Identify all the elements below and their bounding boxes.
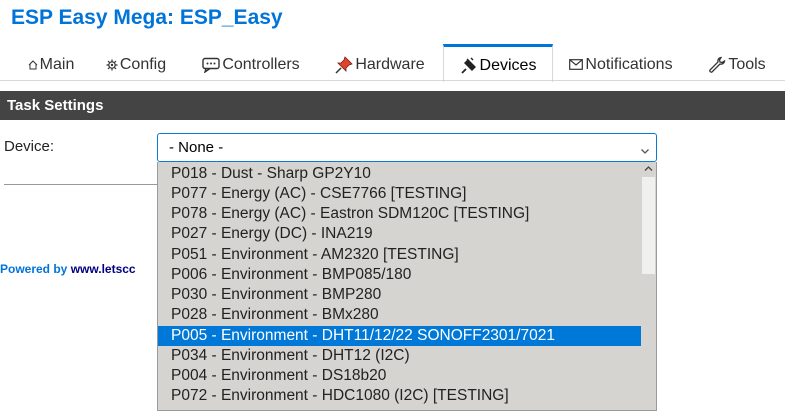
dropdown-option[interactable]: P004 - Environment - DS18b20	[158, 366, 641, 386]
plug-icon	[460, 57, 478, 75]
footer: Powered by www.letscc	[0, 262, 136, 276]
dropdown-option[interactable]: P077 - Energy (AC) - CSE7766 [TESTING]	[158, 184, 641, 204]
device-dropdown-list[interactable]: P018 - Dust - Sharp GP2Y10 P077 - Energy…	[157, 162, 657, 411]
tab-devices-label: Devices	[479, 56, 537, 74]
page-title: ESP Easy Mega: ESP_Easy	[11, 6, 283, 29]
envelope-icon	[569, 59, 584, 70]
tab-tools[interactable]: Tools	[702, 44, 772, 81]
divider	[4, 184, 157, 185]
dropdown-option[interactable]: P006 - Environment - BMP085/180	[158, 265, 641, 285]
tab-devices[interactable]: Devices	[443, 44, 553, 82]
tab-controllers[interactable]: Controllers	[196, 44, 306, 81]
footer-prefix: Powered by	[0, 262, 71, 276]
pin-icon	[335, 55, 354, 74]
dropdown-option[interactable]: P072 - Environment - HDC1080 (I2C) [TEST…	[158, 386, 641, 406]
tab-main-label: Main	[39, 55, 75, 73]
tab-notifications-label: Notifications	[585, 55, 673, 73]
footer-link[interactable]: www.letscc	[71, 262, 136, 276]
tab-controllers-label: Controllers	[222, 55, 300, 73]
dropdown-option-highlighted[interactable]: P005 - Environment - DHT11/12/22 SONOFF2…	[158, 326, 641, 346]
dropdown-option[interactable]: P028 - Environment - BMx280	[158, 305, 641, 325]
dropdown-option[interactable]: P078 - Energy (AC) - Eastron SDM120C [TE…	[158, 204, 641, 224]
section-title: Task Settings	[7, 97, 104, 114]
chevron-down-icon	[640, 143, 650, 154]
tab-bar-border	[0, 80, 785, 81]
tab-hardware[interactable]: Hardware	[328, 44, 432, 81]
device-label: Device:	[4, 138, 55, 155]
tab-config[interactable]: Config	[100, 44, 172, 81]
tab-bar: Main Config Controllers Hardware Devices…	[0, 44, 785, 82]
dropdown-scrollbar[interactable]	[641, 162, 656, 410]
tab-main[interactable]: Main	[22, 44, 80, 81]
chat-icon	[202, 57, 221, 73]
dropdown-option[interactable]: P034 - Environment - DHT12 (I2C)	[158, 346, 641, 366]
device-select[interactable]: - None -	[157, 133, 657, 162]
device-select-value: - None -	[169, 139, 224, 156]
scroll-up-icon[interactable]	[641, 162, 656, 176]
dropdown-option[interactable]: P027 - Energy (DC) - INA219	[158, 224, 641, 244]
tab-config-label: Config	[119, 55, 167, 73]
wrench-icon	[708, 56, 726, 74]
dropdown-option[interactable]: P018 - Dust - Sharp GP2Y10	[158, 164, 641, 184]
gear-icon	[106, 59, 118, 71]
section-header: Task Settings	[0, 91, 785, 120]
tab-tools-label: Tools	[728, 55, 766, 73]
dropdown-option[interactable]: P030 - Environment - BMP280	[158, 285, 641, 305]
home-icon	[28, 59, 38, 70]
dropdown-option[interactable]: P051 - Environment - AM2320 [TESTING]	[158, 245, 641, 265]
tab-hardware-label: Hardware	[355, 55, 425, 73]
scroll-thumb[interactable]	[642, 177, 655, 274]
tab-notifications[interactable]: Notifications	[563, 44, 679, 81]
